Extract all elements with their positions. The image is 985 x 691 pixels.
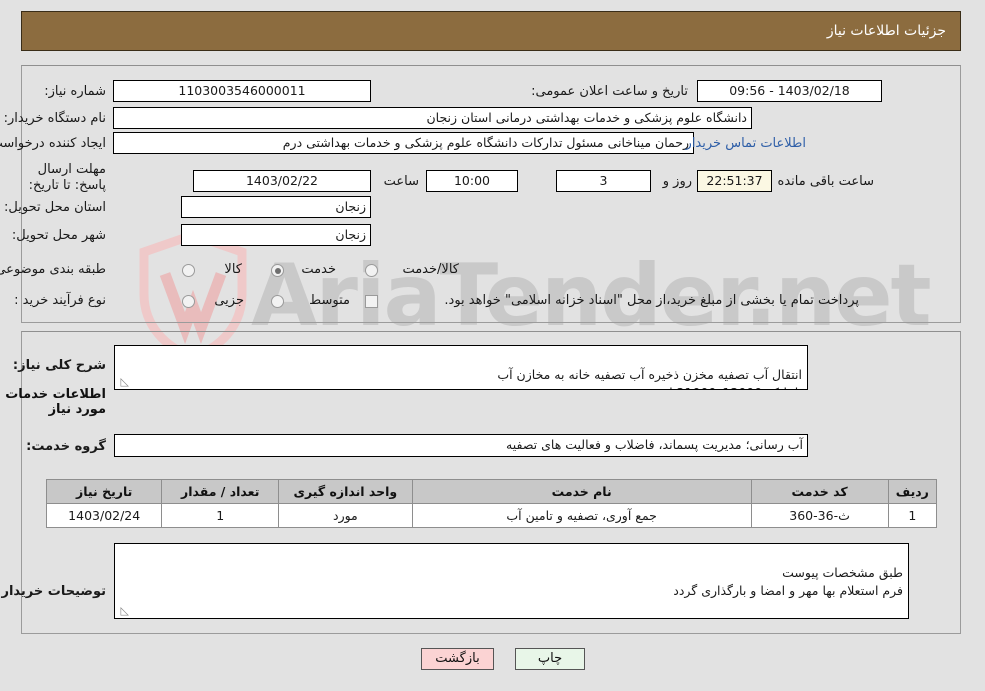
requester-field[interactable]: رحمان میناخانی مسئول تدارکات دانشگاه علو… [114, 132, 695, 154]
print-button[interactable]: چاپ [516, 648, 586, 670]
radio-category-goods-label: کالا [225, 262, 243, 277]
page-root: جزئیات اطلاعات نیاز شماره نیاز: 11030035… [0, 0, 985, 691]
radio-category-goods[interactable] [183, 264, 196, 277]
radio-category-goods-service-label: کالا/خدمت [403, 262, 460, 277]
radio-process-minor[interactable] [183, 295, 196, 308]
services-section-heading: اطلاعات خدمات مورد نیاز [6, 387, 107, 417]
treasury-bonds-checkbox[interactable] [366, 295, 379, 308]
cell-quantity: 1 [162, 503, 281, 528]
cell-row-number: 1 [888, 503, 939, 528]
col-row-number: ردیف [888, 479, 939, 504]
radio-process-minor-label: جزیی [215, 293, 245, 308]
category-label: طبقه بندی موضوعی: [0, 262, 107, 277]
city-label: شهر محل تحویل: [12, 228, 107, 243]
buyer-org-field[interactable]: دانشگاه علوم پزشکی و خدمات بهداشتی درمان… [114, 107, 753, 129]
buyer-org-label: نام دستگاه خریدار: [4, 111, 107, 126]
deadline-hour-label: ساعت [384, 174, 420, 189]
deadline-date-field[interactable]: 1403/02/22 [194, 170, 372, 192]
service-group-field[interactable]: آب رسانی؛ مدیریت پسماند، فاضلاب و فعالیت… [115, 434, 809, 457]
need-number-field[interactable]: 1103003546000011 [114, 80, 372, 102]
radio-category-goods-service[interactable] [366, 264, 379, 277]
announce-datetime-label: تاریخ و ساعت اعلان عمومی: [532, 84, 689, 99]
buyer-notes-textarea[interactable]: طبق مشخصات پیوست فرم استعلام بها مهر و ا… [115, 543, 910, 619]
countdown-label: ساعت باقی مانده [778, 174, 875, 189]
radio-process-medium-label: متوسط [310, 293, 351, 308]
description-textarea[interactable]: انتقال آب تصفیه مخزن ذخیره آب تصفیه خانه… [115, 345, 809, 390]
col-unit: واحد اندازه گیری [279, 479, 414, 504]
cell-need-date: 1403/02/24 [46, 503, 164, 528]
page-header-bar: جزئیات اطلاعات نیاز [22, 11, 962, 51]
city-field[interactable]: زنجان [182, 224, 372, 246]
resize-grip-icon-2[interactable]: ◺ [118, 605, 130, 617]
resize-grip-icon[interactable]: ◺ [118, 376, 130, 388]
requester-label: ایجاد کننده درخواست: [0, 136, 107, 151]
radio-category-service-label: خدمت [302, 262, 337, 277]
services-table: ردیف کد خدمت نام خدمت واحد اندازه گیری ت… [46, 479, 939, 528]
remaining-days-label: روز و [663, 174, 693, 189]
description-label: شرح کلی نیاز: [13, 358, 107, 373]
announce-datetime-field[interactable]: 1403/02/18 - 09:56 [698, 80, 883, 102]
description-text: انتقال آب تصفیه مخزن ذخیره آب تصفیه خانه… [498, 367, 803, 389]
province-field[interactable]: زنجان [182, 196, 372, 218]
table-header-row: ردیف کد خدمت نام خدمت واحد اندازه گیری ت… [46, 479, 939, 504]
page-title: جزئیات اطلاعات نیاز [827, 23, 947, 39]
deadline-label: مهلت ارسال پاسخ: تا تاریخ: [29, 162, 107, 193]
province-label: استان محل تحویل: [5, 200, 107, 215]
col-service-code: کد خدمت [751, 479, 890, 504]
table-row: 1 ث-36-360 جمع آوری، تصفیه و تامین آب مو… [46, 503, 939, 528]
back-button[interactable]: بازگشت [422, 648, 495, 670]
radio-process-medium[interactable] [272, 295, 285, 308]
buyer-notes-label: توضیحات خریدار: [0, 584, 107, 599]
deadline-hour-field[interactable]: 10:00 [427, 170, 519, 192]
remaining-days-field[interactable]: 3 [557, 170, 652, 192]
treasury-bonds-note: پرداخت تمام یا بخشی از مبلغ خرید،از محل … [445, 293, 860, 308]
countdown-field: 22:51:37 [698, 170, 773, 192]
buyer-notes-text: طبق مشخصات پیوست فرم استعلام بها مهر و ا… [674, 565, 904, 598]
service-group-label: گروه خدمت: [27, 439, 107, 454]
col-service-name: نام خدمت [412, 479, 753, 504]
buyer-contact-link[interactable]: اطلاعات تماس خریدار [687, 136, 807, 151]
col-need-date: تاریخ نیاز [46, 479, 164, 504]
cell-service-code: ث-36-360 [751, 503, 890, 528]
process-type-label: نوع فرآیند خرید : [15, 293, 107, 308]
need-info-panel [22, 65, 962, 323]
radio-category-service[interactable] [272, 264, 285, 277]
col-quantity: تعداد / مقدار [162, 479, 281, 504]
need-number-label: شماره نیاز: [45, 84, 107, 99]
cell-unit: مورد [279, 503, 414, 528]
cell-service-name: جمع آوری، تصفیه و تامین آب [412, 503, 753, 528]
